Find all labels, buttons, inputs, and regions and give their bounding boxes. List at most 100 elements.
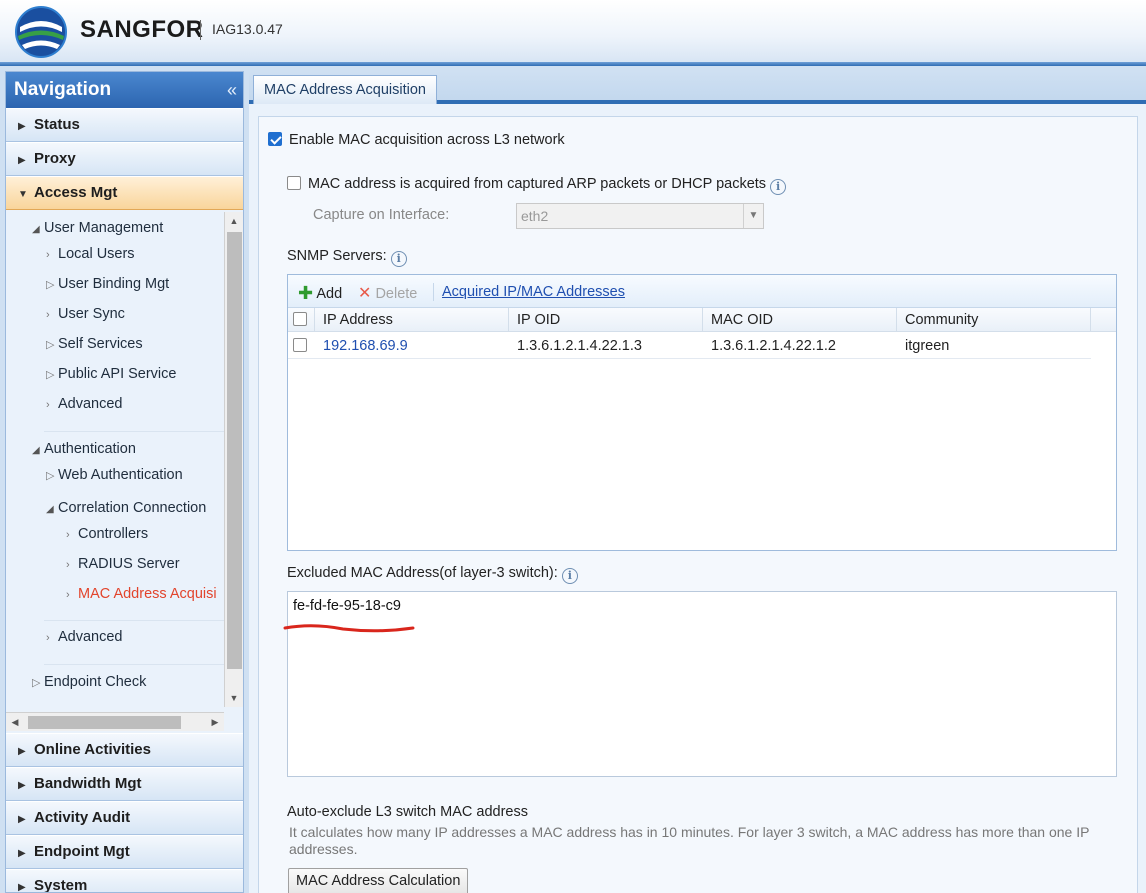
tab-mac-address-acquisition[interactable]: MAC Address Acquisition [253,75,437,104]
expand-arrow-icon: ▶ [18,848,26,859]
tree-node-label: Authentication [44,441,136,457]
chevron-right-icon: › [46,399,50,411]
toolbar-divider [433,283,434,301]
scroll-right-icon[interactable]: ▶ [206,713,224,731]
tree-divider [44,664,224,665]
column-ip-address[interactable]: IP Address [315,308,509,332]
acquired-ip-mac-link[interactable]: Acquired IP/MAC Addresses [442,284,625,300]
expand-arrow-icon: ▶ [18,121,26,132]
cell-community: itgreen [905,338,950,354]
collapsed-triangle-icon: ▷ [32,677,41,689]
add-button[interactable]: ✚ Add [298,283,342,304]
collapse-sidebar-icon[interactable]: « [227,72,237,108]
collapse-arrow-icon: ▼ [18,189,28,200]
nav-section-access-mgt[interactable]: ▼ Access Mgt [6,176,243,210]
tree-node-authentication[interactable]: ◢ Authentication [32,441,136,457]
chevron-right-icon: › [66,529,70,541]
scrollbar-thumb[interactable] [227,232,242,669]
row-select-cell [288,333,315,359]
expanded-triangle-icon: ◢ [32,224,40,235]
column-mac-oid[interactable]: MAC OID [703,308,897,332]
capture-interface-value: eth2 [521,208,549,224]
delete-button[interactable]: ✕ Delete [358,283,417,303]
nav-section-status[interactable]: ▶ Status [6,108,243,142]
column-community[interactable]: Community [897,308,1091,332]
expand-arrow-icon: ▶ [18,746,26,757]
snmp-servers-row: SNMP Servers: i [287,248,407,267]
nav-section-label: Status [34,116,80,133]
scroll-down-icon[interactable]: ▼ [225,689,243,707]
tree-node-label: RADIUS Server [78,556,180,572]
chevron-right-icon: › [46,632,50,644]
select-all-checkbox[interactable] [293,312,307,326]
tree-node-local-users[interactable]: › Local Users [46,246,135,262]
tree-node-web-authentication[interactable]: ▷ Web Authentication [46,467,183,483]
app-header: SANGFOR IAG13.0.47 [0,0,1146,66]
tree-node-label: Endpoint Check [44,674,147,690]
tree-node-advanced[interactable]: › Advanced [46,396,123,412]
nav-section-activity-audit[interactable]: ▶ Activity Audit [6,801,243,835]
expanded-triangle-icon: ◢ [46,504,54,515]
expand-arrow-icon: ▶ [18,780,26,791]
tree-node-user-binding[interactable]: ▷ User Binding Mgt [46,276,169,292]
tree-divider [44,431,224,432]
enable-l3-label: Enable MAC acquisition across L3 network [289,132,565,148]
nav-section-online-activities[interactable]: ▶ Online Activities [6,733,243,767]
table-row[interactable]: 192.168.69.9 1.3.6.1.2.1.4.22.1.3 1.3.6.… [288,333,1091,359]
chevron-right-icon: › [46,249,50,261]
expand-arrow-icon: ▶ [18,814,26,825]
scroll-left-icon[interactable]: ◀ [6,713,24,731]
tree-node-label: User Sync [58,306,125,322]
brand-divider [200,20,201,40]
nav-section-label: System [34,877,88,893]
tree-node-user-sync[interactable]: › User Sync [46,306,125,322]
nav-section-label: Activity Audit [34,809,131,826]
info-icon[interactable]: i [561,568,578,584]
nav-bottom-sections: ▶ Online Activities ▶ Bandwidth Mgt ▶ Activ… [6,733,243,893]
nav-section-label: Endpoint Mgt [34,843,130,860]
tree-horizontal-scrollbar[interactable]: ◀ ▶ [6,712,224,731]
scrollbar-thumb[interactable] [28,716,181,729]
nav-section-bandwidth-mgt[interactable]: ▶ Bandwidth Mgt [6,767,243,801]
add-label: Add [316,286,343,302]
tree-node-correlation-connection[interactable]: ◢ Correlation Connection [46,500,206,516]
tree-node-public-api[interactable]: ▷ Public API Service [46,366,176,382]
column-ip-oid[interactable]: IP OID [509,308,703,332]
navigation-sidebar: Navigation « ▶ Status ▶ Proxy ▼ Access Mgt … [5,71,244,893]
enable-l3-checkbox[interactable] [268,132,282,146]
scroll-up-icon[interactable]: ▲ [225,212,243,230]
nav-section-proxy[interactable]: ▶ Proxy [6,142,243,176]
info-icon[interactable]: i [770,179,787,195]
sangfor-logo-icon [15,6,67,58]
expand-arrow-icon: ▶ [18,882,26,893]
chevron-right-icon: › [66,589,70,601]
row-checkbox[interactable] [293,338,307,352]
collapsed-triangle-icon: ▷ [46,369,55,381]
tree-node-controllers[interactable]: › Controllers [66,526,148,542]
nav-section-system[interactable]: ▶ System [6,869,243,893]
brand-name: SANGFOR [80,16,204,43]
cell-ip-address[interactable]: 192.168.69.9 [315,333,509,359]
mac-address-calculation-button[interactable]: MAC Address Calculation [288,868,469,893]
tree-node-mac-address-acquisition[interactable]: › MAC Address Acquisi [66,586,217,602]
nav-section-endpoint-mgt[interactable]: ▶ Endpoint Mgt [6,835,243,869]
access-mgt-tree: ◢ User Management › Local Users ▷ User Bind… [6,212,243,736]
chevron-down-icon[interactable]: ▼ [743,204,763,228]
tree-node-radius-server[interactable]: › RADIUS Server [66,556,180,572]
snmp-servers-label: SNMP Servers: [287,248,387,264]
tree-node-self-services[interactable]: ▷ Self Services [46,336,143,352]
nav-section-label: Access Mgt [34,184,118,201]
tree-node-label: Web Authentication [58,467,183,483]
capture-interface-select[interactable]: eth2 ▼ [516,203,764,229]
tree-vertical-scrollbar[interactable]: ▲ ▼ [224,212,243,707]
arp-dhcp-checkbox[interactable] [287,176,301,190]
tree-node-label: User Management [44,220,164,236]
tree-node-endpoint-check[interactable]: ▷ Endpoint Check [32,674,146,690]
info-icon[interactable]: i [390,251,407,267]
select-all-cell [288,308,315,332]
grid-toolbar: ✚ Add ✕ Delete Acquired IP/MAC Addresses [288,275,1116,308]
chevron-right-icon: › [46,309,50,321]
excluded-mac-row: Excluded MAC Address(of layer-3 switch):… [287,565,578,584]
tree-node-advanced-2[interactable]: › Advanced [46,629,123,645]
tree-node-user-management[interactable]: ◢ User Management [32,220,163,236]
